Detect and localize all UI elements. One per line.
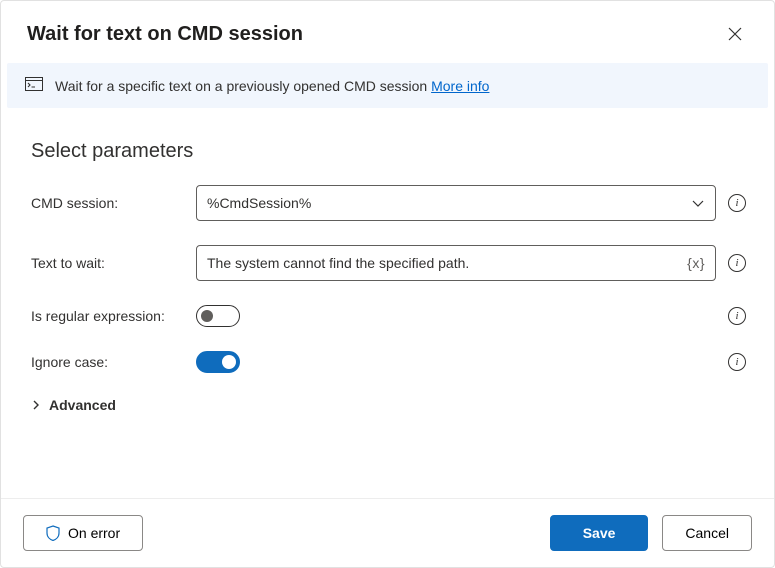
advanced-toggle[interactable]: Advanced bbox=[31, 397, 746, 413]
row-cmd-session: CMD session: %CmdSession% i bbox=[31, 185, 746, 221]
save-label: Save bbox=[583, 525, 616, 541]
close-icon bbox=[728, 27, 742, 41]
info-icon[interactable]: i bbox=[728, 254, 746, 272]
dialog-content: Select parameters CMD session: %CmdSessi… bbox=[1, 108, 774, 498]
label-is-regex: Is regular expression: bbox=[31, 308, 196, 324]
cmd-session-select[interactable]: %CmdSession% bbox=[196, 185, 716, 221]
save-button[interactable]: Save bbox=[550, 515, 649, 551]
cmd-session-value: %CmdSession% bbox=[207, 195, 311, 211]
info-icon[interactable]: i bbox=[728, 353, 746, 371]
label-text-to-wait: Text to wait: bbox=[31, 255, 196, 271]
info-text-wrap: Wait for a specific text on a previously… bbox=[55, 78, 489, 94]
ignore-case-toggle[interactable] bbox=[196, 351, 240, 373]
close-button[interactable] bbox=[720, 19, 750, 49]
label-ignore-case: Ignore case: bbox=[31, 354, 196, 370]
text-to-wait-value: The system cannot find the specified pat… bbox=[207, 255, 687, 271]
info-banner: Wait for a specific text on a previously… bbox=[7, 63, 768, 108]
variable-picker-icon[interactable]: {x} bbox=[687, 255, 705, 271]
shield-icon bbox=[46, 525, 60, 541]
more-info-link[interactable]: More info bbox=[431, 78, 489, 94]
dialog-footer: On error Save Cancel bbox=[1, 498, 774, 567]
label-cmd-session: CMD session: bbox=[31, 195, 196, 211]
cmd-icon bbox=[25, 77, 43, 94]
chevron-right-icon bbox=[31, 400, 41, 410]
cancel-label: Cancel bbox=[685, 525, 729, 541]
cancel-button[interactable]: Cancel bbox=[662, 515, 752, 551]
advanced-label: Advanced bbox=[49, 397, 116, 413]
section-title: Select parameters bbox=[31, 140, 746, 163]
info-text: Wait for a specific text on a previously… bbox=[55, 78, 431, 94]
info-icon[interactable]: i bbox=[728, 194, 746, 212]
dialog-header: Wait for text on CMD session bbox=[1, 1, 774, 63]
dialog: Wait for text on CMD session Wait for a … bbox=[0, 0, 775, 568]
row-text-to-wait: Text to wait: The system cannot find the… bbox=[31, 245, 746, 281]
on-error-button[interactable]: On error bbox=[23, 515, 143, 551]
is-regex-toggle[interactable] bbox=[196, 305, 240, 327]
chevron-down-icon bbox=[691, 196, 705, 210]
row-is-regex: Is regular expression: i bbox=[31, 305, 746, 327]
on-error-label: On error bbox=[68, 525, 120, 541]
row-ignore-case: Ignore case: i bbox=[31, 351, 746, 373]
text-to-wait-input[interactable]: The system cannot find the specified pat… bbox=[196, 245, 716, 281]
dialog-title: Wait for text on CMD session bbox=[27, 23, 303, 46]
info-icon[interactable]: i bbox=[728, 307, 746, 325]
